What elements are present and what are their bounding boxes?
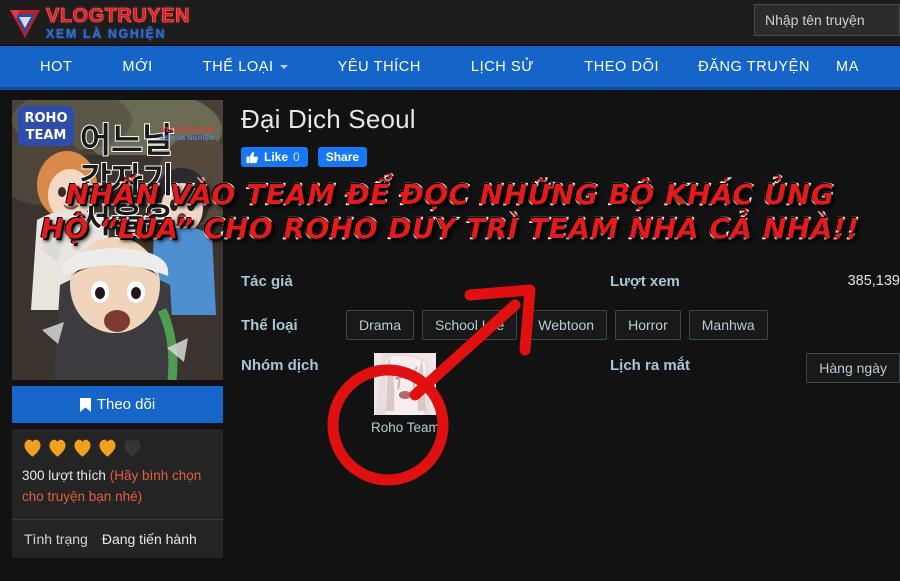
nav-item-moi[interactable]: MỚI — [97, 46, 177, 87]
svg-text:XEM LÀ NGHIỆN: XEM LÀ NGHIỆN — [160, 134, 214, 142]
team-name: Roho Team — [371, 420, 440, 435]
logo-main-text: VLOGTRUYEN — [46, 4, 190, 27]
meta-row-author: Tác giả Lượt xem 385,139 — [241, 259, 900, 303]
chevron-down-icon — [279, 64, 288, 69]
like-count-text: 300 lượt thích — [22, 468, 106, 483]
thumbs-up-icon — [246, 151, 259, 163]
svg-text:서울은: 서울은 — [80, 201, 174, 241]
heart-icon-filled[interactable] — [72, 438, 93, 458]
nav-label: THỂ LOẠI — [202, 58, 274, 75]
nav-item-dang-truyen[interactable]: ĐĂNG TRUYỆN — [684, 46, 824, 87]
site-logo[interactable]: VLOGTRUYEN XEM LÀ NGHIỆN — [8, 3, 190, 43]
nav-item-theo-doi[interactable]: THEO DÕI — [559, 46, 684, 87]
logo-sub-text: XEM LÀ NGHIỆN — [46, 26, 167, 41]
comic-metadata: Tác giả Lượt xem 385,139 Thể loại Drama … — [241, 259, 900, 435]
nav-label: MA — [836, 58, 859, 75]
comic-detail-page: ROHO TEAM 어느날 갑자기 서울은 VLOGTRUYEN XEM LÀ … — [0, 90, 900, 581]
nav-item-ma[interactable]: MA — [824, 46, 871, 87]
nav-label: HOT — [40, 58, 73, 75]
cover-artwork: ROHO TEAM 어느날 갑자기 서울은 VLOGTRUYEN XEM LÀ … — [12, 100, 223, 380]
social-buttons: Like 0 Share — [241, 147, 900, 167]
svg-text:TEAM: TEAM — [26, 128, 67, 143]
status-panel: Tình trạng Đang tiến hành — [12, 519, 223, 558]
genre-tag[interactable]: School Life — [422, 310, 518, 340]
facebook-like-label: Like — [264, 150, 289, 164]
heart-icon-filled[interactable] — [22, 438, 43, 458]
views-label: Lượt xem — [610, 272, 680, 290]
facebook-like-button[interactable]: Like 0 — [241, 147, 308, 167]
bookmark-icon — [79, 397, 91, 412]
nav-item-lich-su[interactable]: LỊCH SỬ — [446, 46, 559, 87]
heart-icon-filled[interactable] — [97, 438, 118, 458]
comic-cover-image[interactable]: ROHO TEAM 어느날 갑자기 서울은 VLOGTRUYEN XEM LÀ … — [12, 100, 223, 380]
genre-tag[interactable]: Manhwa — [688, 310, 768, 340]
comic-sidebar: ROHO TEAM 어느날 갑자기 서울은 VLOGTRUYEN XEM LÀ … — [12, 100, 223, 558]
nav-label: MỚI — [122, 58, 153, 75]
genre-tag-list: Drama School Life Webtoon Horror Manhwa — [346, 310, 900, 340]
nav-label: ĐĂNG TRUYỆN — [698, 58, 811, 75]
team-avatar — [374, 353, 437, 415]
site-header: VLOGTRUYEN XEM LÀ NGHIỆN — [0, 0, 900, 46]
team-avatar-icon — [374, 353, 437, 415]
status-badge: Đang tiến hành — [101, 530, 197, 547]
page-title: Đại Dịch Seoul — [241, 104, 416, 134]
nav-label: YÊU THÍCH — [337, 58, 421, 75]
rating-hearts[interactable] — [22, 438, 213, 458]
like-summary: 300 lượt thích (Hãy bình chọn cho truyện… — [22, 466, 213, 508]
schedule-badge[interactable]: Hàng ngày — [806, 353, 900, 383]
likes-panel: 300 lượt thích (Hãy bình chọn cho truyện… — [12, 429, 223, 520]
translation-group[interactable]: Roho Team — [371, 353, 440, 435]
genre-tag[interactable]: Webtoon — [525, 310, 608, 340]
facebook-share-label: Share — [325, 150, 360, 164]
comic-detail: Đại Dịch Seoul Like 0 Share Tác giả Lượt… — [241, 100, 900, 558]
svg-text:VLOGTRUYEN: VLOGTRUYEN — [161, 126, 214, 134]
nav-label: THEO DÕI — [584, 58, 660, 75]
main-navigation: HOT MỚI THỂ LOẠI YÊU THÍCH LỊCH SỬ THEO … — [0, 46, 900, 90]
follow-button[interactable]: Theo dõi — [12, 386, 223, 423]
search-input[interactable] — [754, 4, 900, 36]
schedule-label: Lịch ra mắt — [610, 357, 691, 374]
facebook-share-button[interactable]: Share — [317, 147, 368, 167]
nav-item-yeu-thich[interactable]: YÊU THÍCH — [313, 46, 446, 87]
meta-row-genres: Thể loại Drama School Life Webtoon Horro… — [241, 303, 900, 347]
nav-item-hot[interactable]: HOT — [0, 46, 97, 87]
status-label: Tình trạng — [24, 530, 88, 547]
triangle-logo-icon — [10, 10, 40, 38]
facebook-like-count: 0 — [293, 150, 300, 164]
genre-tag[interactable]: Drama — [346, 310, 415, 340]
nav-label: LỊCH SỬ — [470, 58, 535, 75]
heart-icon-filled[interactable] — [47, 438, 68, 458]
svg-text:갑자기: 갑자기 — [80, 161, 174, 201]
follow-button-label: Theo dõi — [96, 396, 156, 413]
nav-item-the-loai[interactable]: THỂ LOẠI — [178, 46, 313, 87]
genre-tag[interactable]: Horror — [615, 310, 681, 340]
genres-label: Thể loại — [241, 316, 298, 334]
group-label: Nhóm dịch — [241, 357, 319, 374]
views-value: 385,139 — [847, 273, 900, 289]
search-box[interactable] — [754, 4, 900, 36]
svg-text:ROHO: ROHO — [25, 111, 68, 126]
schedule-value-wrap: Hàng ngày — [780, 353, 900, 383]
heart-icon-empty[interactable] — [122, 438, 143, 458]
meta-row-group: Nhóm dịch Roho Team Lịch ra mắt Hàng ngà… — [241, 347, 900, 435]
author-label: Tác giả — [241, 272, 293, 290]
